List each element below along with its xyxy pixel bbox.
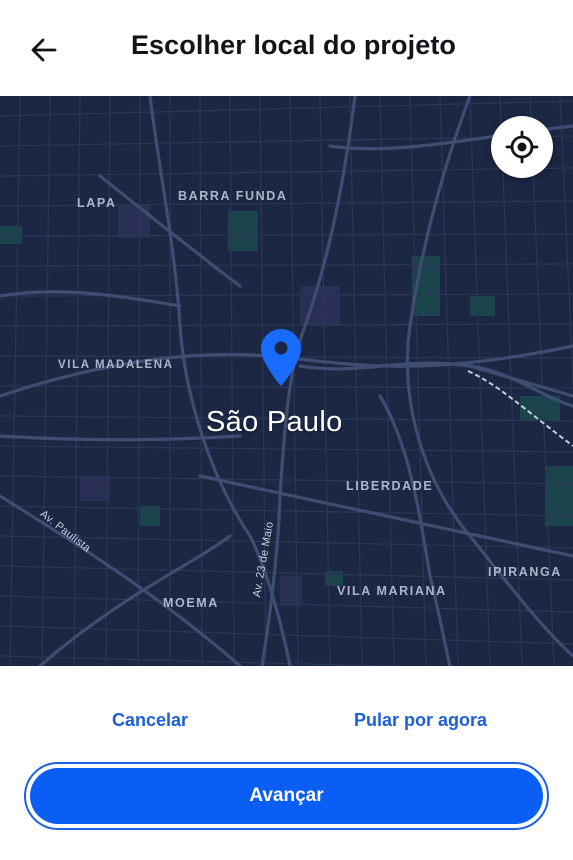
district-label: LAPA (77, 196, 117, 210)
district-label: MOEMA (163, 596, 219, 610)
map-pin-icon (261, 329, 301, 386)
district-label: VILA MARIANA (337, 584, 447, 598)
action-footer: Cancelar Pular por agora Avançar (0, 666, 573, 860)
map-view[interactable]: LAPA BARRA FUNDA VILA MADALENA LIBERDADE… (0, 96, 573, 666)
next-button-focus-ring: Avançar (24, 762, 549, 830)
district-label: VILA MADALENA (58, 359, 174, 371)
gps-crosshair-icon (505, 130, 539, 164)
page-title: Escolher local do projeto (130, 30, 457, 60)
next-button[interactable]: Avançar (30, 768, 543, 824)
district-label: LIBERDADE (346, 479, 434, 493)
skip-button[interactable]: Pular por agora (354, 710, 487, 731)
district-label: BARRA FUNDA (178, 189, 288, 203)
top-bar: Escolher local do projeto (0, 0, 573, 96)
district-label: IPIRANGA (488, 565, 562, 579)
cancel-button[interactable]: Cancelar (112, 710, 188, 731)
city-label: São Paulo (206, 406, 343, 438)
locate-me-button[interactable] (491, 116, 553, 178)
